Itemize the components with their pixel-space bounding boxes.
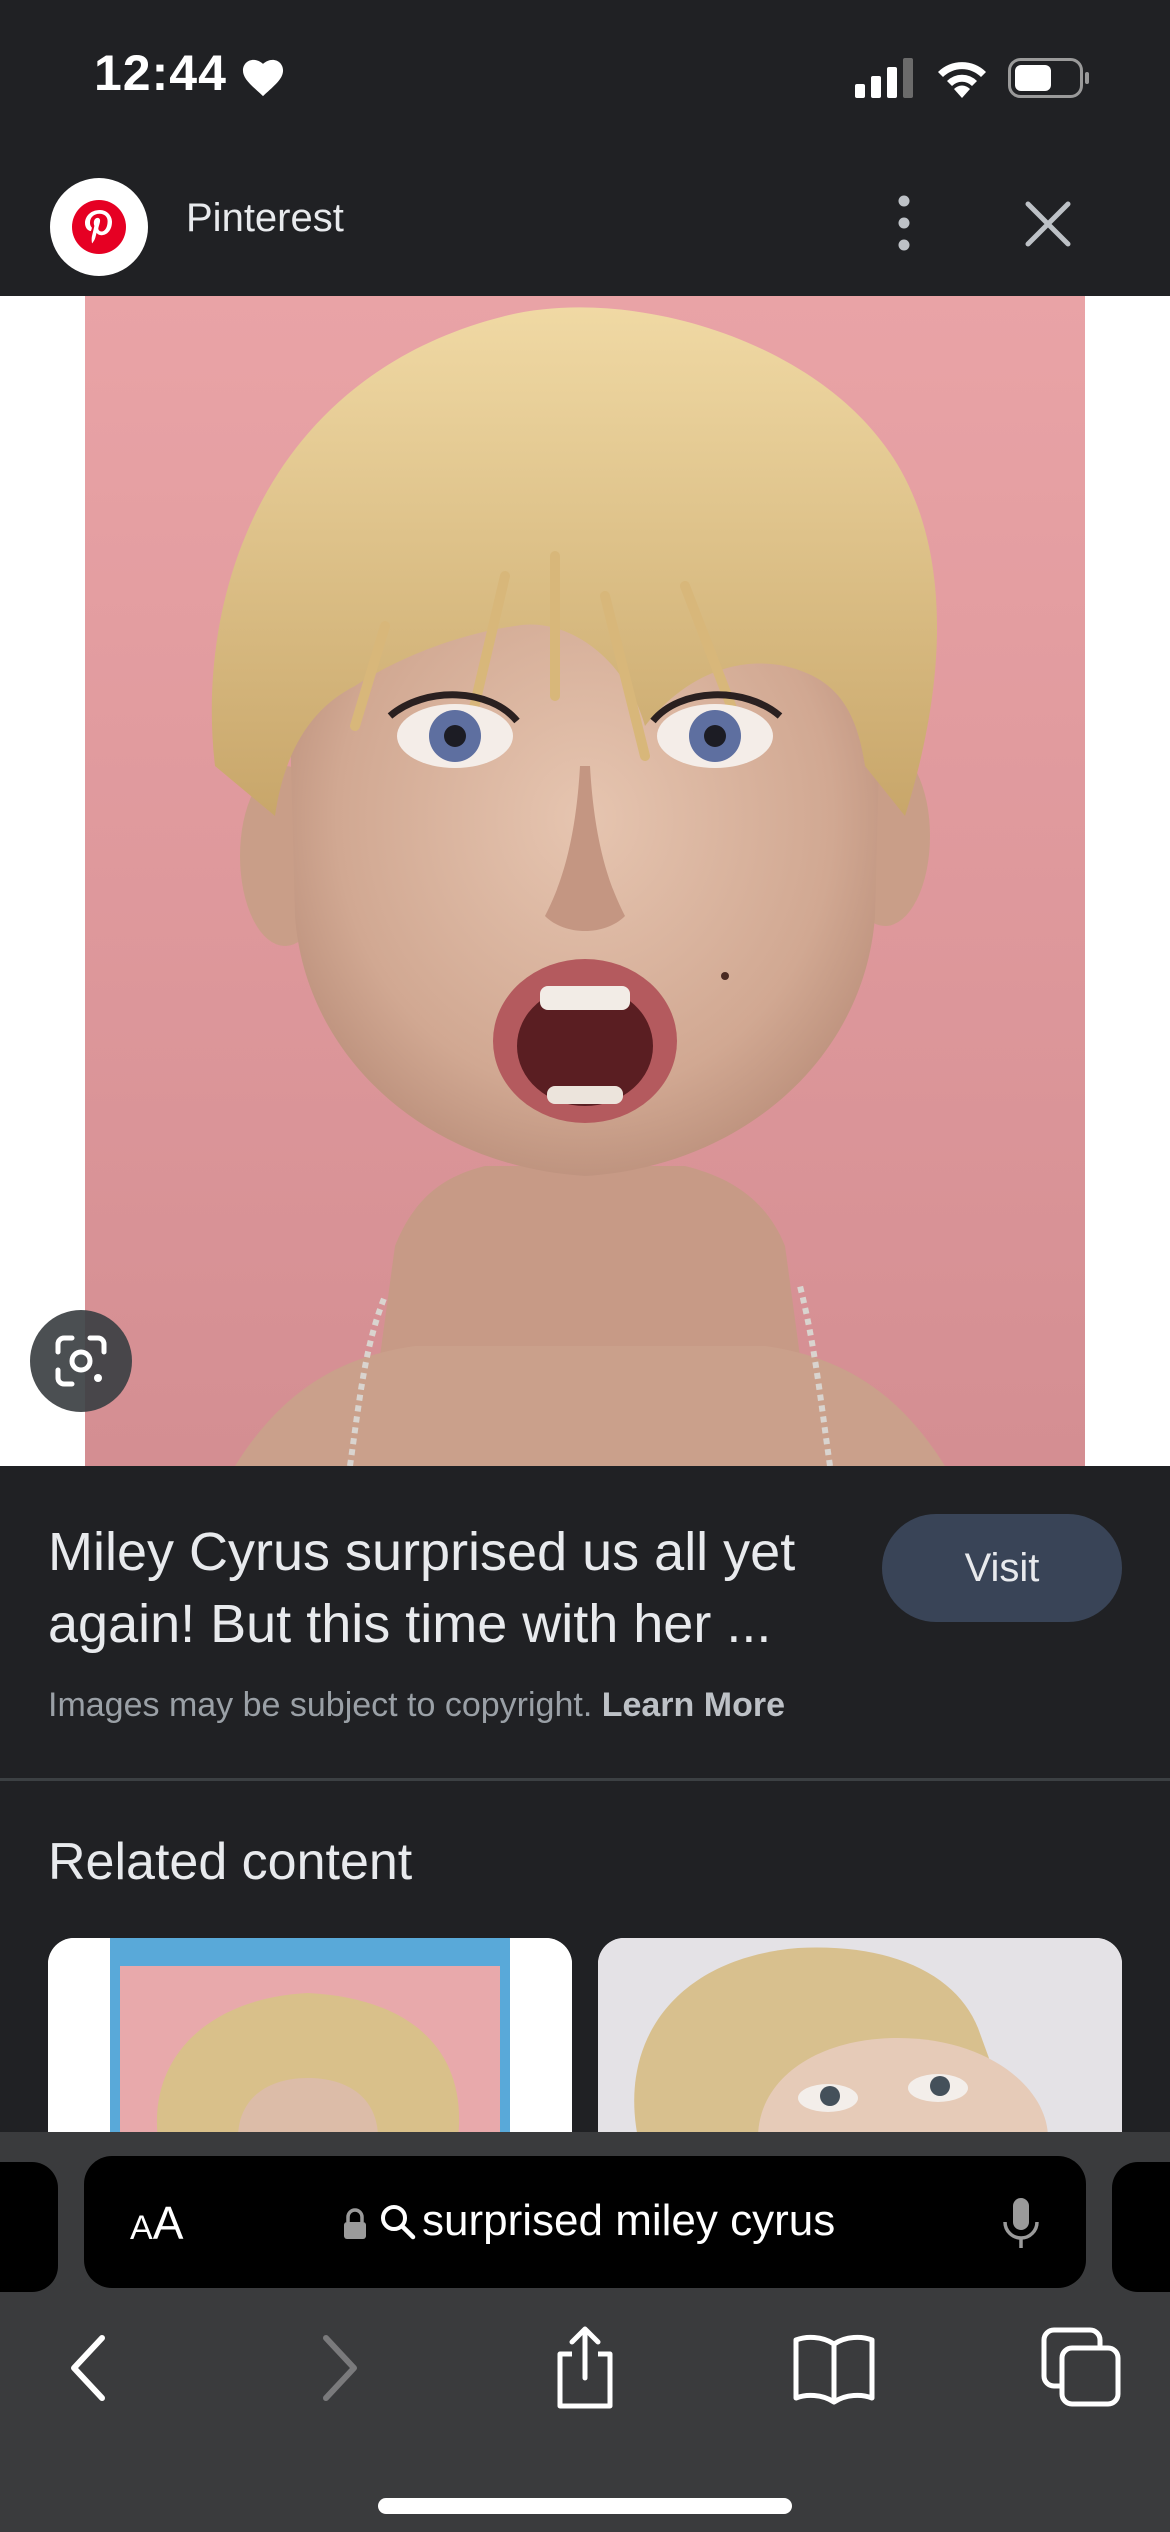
cellular-signal-icon (855, 58, 913, 98)
next-tab-peek[interactable] (1112, 2162, 1170, 2292)
address-bar[interactable]: AA surprised miley cyrus (84, 2156, 1086, 2288)
related-thumbnail (598, 1938, 1122, 2138)
related-content-title: Related content (48, 1833, 413, 1891)
status-bar: 12:44 (0, 0, 1170, 150)
related-card[interactable] (48, 1938, 572, 2138)
related-card[interactable] (598, 1938, 1122, 2138)
main-photo[interactable] (85, 296, 1085, 1466)
more-vertical-icon[interactable] (880, 190, 928, 256)
visit-button[interactable]: Visit (882, 1514, 1122, 1622)
battery-icon (1008, 58, 1089, 98)
forward-icon[interactable] (310, 2326, 370, 2410)
text-size-button[interactable]: AA (130, 2196, 183, 2250)
previous-tab-peek[interactable] (0, 2162, 58, 2292)
search-query[interactable]: surprised miley cyrus (422, 2196, 835, 2246)
google-lens-icon[interactable] (30, 1310, 132, 1412)
safari-bottom-bar: AA surprised miley cyrus (0, 2132, 1170, 2532)
text-size-small-label: A (130, 2209, 153, 2247)
wifi-icon (938, 62, 986, 98)
result-info-panel: Miley Cyrus surprised us all yet again! … (0, 1466, 1170, 1780)
image-viewer-header: Pinterest (0, 150, 1170, 296)
result-title[interactable]: Miley Cyrus surprised us all yet again! … (48, 1516, 848, 1660)
tabs-icon[interactable] (1040, 2326, 1124, 2410)
close-icon[interactable] (1020, 196, 1076, 252)
text-size-large-label: A (152, 2197, 184, 2249)
microphone-icon[interactable] (1000, 2196, 1042, 2252)
lock-icon (344, 2208, 366, 2239)
search-icon (381, 2205, 416, 2240)
pinterest-logo-icon[interactable] (50, 178, 148, 276)
status-time: 12:44 (94, 45, 227, 101)
learn-more-link[interactable]: Learn More (602, 1686, 785, 1724)
back-icon[interactable] (58, 2326, 118, 2410)
heart-icon (242, 59, 284, 97)
home-indicator (378, 2498, 792, 2514)
copyright-text: Images may be subject to copyright. (48, 1686, 593, 1724)
related-thumbnail (48, 1938, 572, 2138)
divider (0, 1778, 1170, 1781)
bookmarks-icon[interactable] (790, 2326, 878, 2410)
main-image-container (0, 296, 1170, 1466)
site-name[interactable]: Pinterest (186, 196, 344, 241)
share-icon[interactable] (548, 2326, 622, 2410)
copyright-notice: Images may be subject to copyright. Lear… (48, 1686, 785, 1725)
